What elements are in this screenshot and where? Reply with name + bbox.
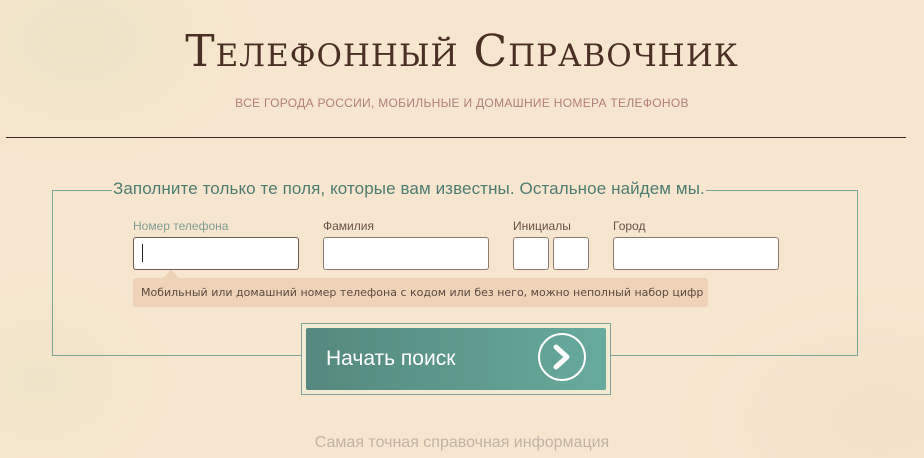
site-subtitle: ВСЕ ГОРОДА РОССИИ, МОБИЛЬНЫЕ И ДОМАШНИЕ … [235,96,689,110]
footer-tagline: Самая точная справочная информация [314,434,610,451]
phone-hint-tooltip: Мобильный или домашний номер телефона с … [133,278,708,307]
city-input[interactable] [613,237,779,270]
hint-tooltip-arrow [163,270,179,278]
text-cursor [142,244,143,262]
surname-label: Фамилия [323,219,374,233]
second-initial-input[interactable] [553,237,589,270]
search-button-label: Начать поиск [326,347,456,370]
city-label: Город [613,219,646,233]
site-title: Телефонный Справочник [185,26,739,77]
header-divider [6,137,906,138]
chevron-right-icon [538,333,586,381]
first-initial-input[interactable] [513,237,549,270]
initials-label: Инициалы [513,219,571,233]
phone-label: Номер телефона [133,219,229,233]
phone-input[interactable] [133,237,299,270]
start-search-button[interactable]: Начать поиск [306,328,606,390]
surname-input[interactable] [323,237,489,270]
form-legend: Заполните только те поля, которые вам из… [112,179,706,199]
